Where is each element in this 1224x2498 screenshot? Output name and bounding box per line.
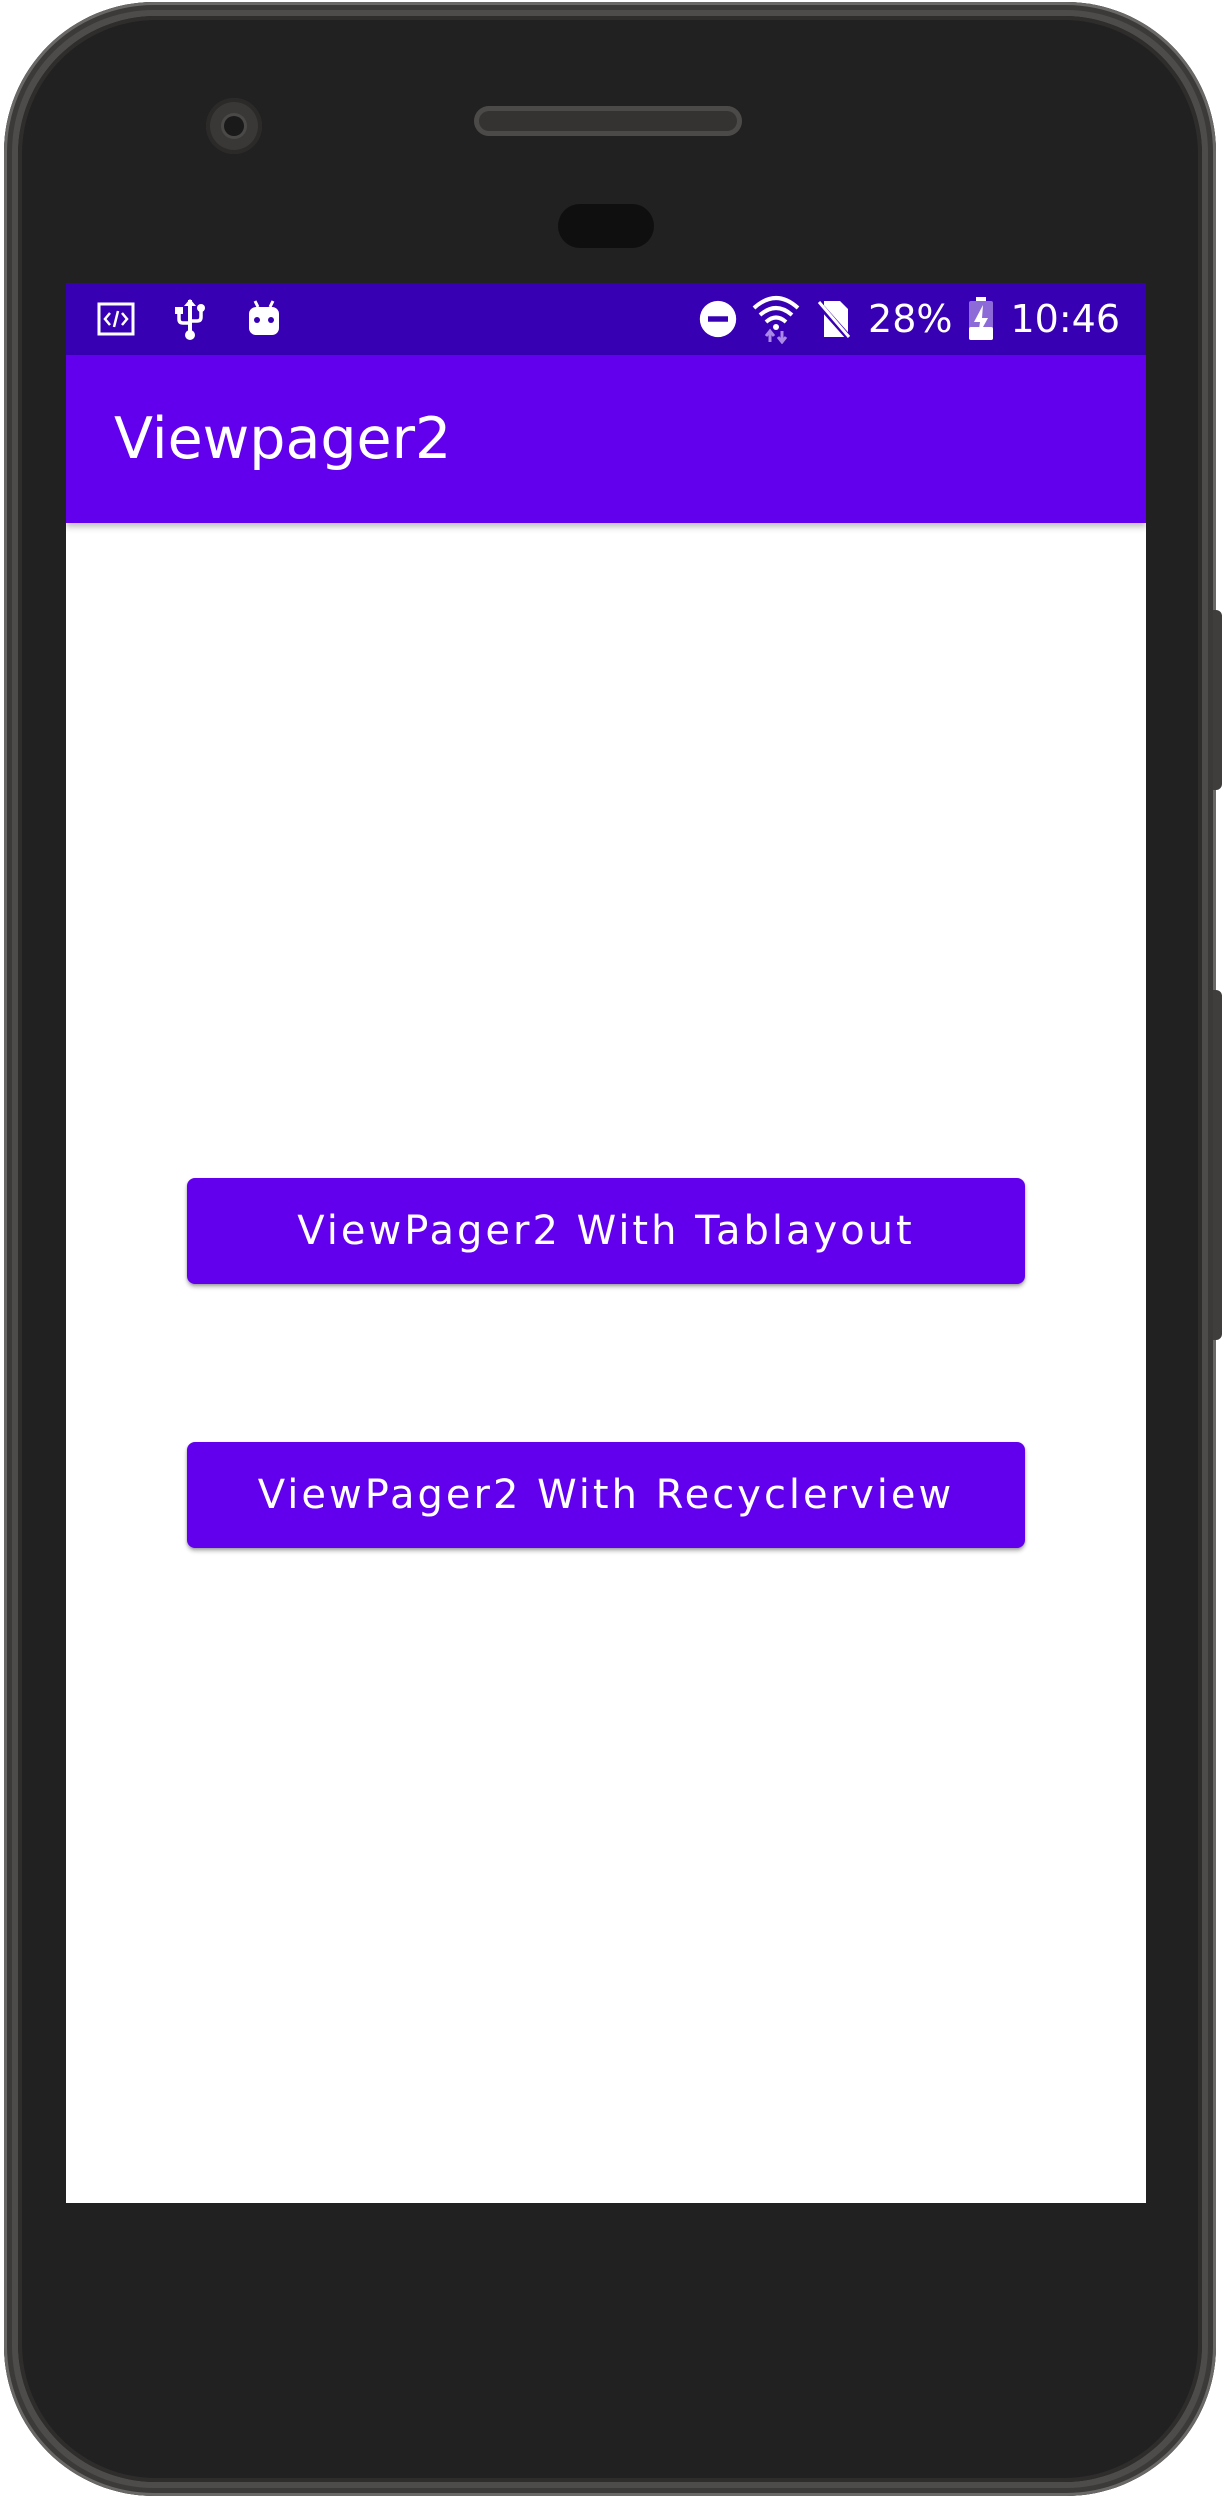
main-content: ViewPager2 With Tablayout ViewPager2 Wit… bbox=[66, 523, 1146, 2203]
battery-charging-icon bbox=[966, 297, 996, 341]
app-bar: Viewpager2 bbox=[66, 355, 1146, 523]
code-icon bbox=[96, 297, 136, 341]
earpiece-speaker bbox=[474, 106, 742, 136]
wifi-icon bbox=[752, 296, 800, 344]
volume-rocker bbox=[1213, 990, 1222, 1340]
do-not-disturb-icon bbox=[698, 297, 738, 341]
front-camera bbox=[206, 98, 262, 154]
device-screen: 28% 10:46 Viewpager2 ViewPager2 With Tab… bbox=[66, 283, 1146, 2203]
no-sim-icon bbox=[814, 297, 854, 341]
battery-percent: 28% bbox=[868, 297, 953, 341]
viewpager2-tablayout-button[interactable]: ViewPager2 With Tablayout bbox=[187, 1178, 1025, 1284]
power-button bbox=[1213, 610, 1222, 790]
usb-icon bbox=[170, 297, 210, 341]
status-notifications bbox=[96, 297, 284, 341]
viewpager2-recyclerview-button[interactable]: ViewPager2 With Recyclerview bbox=[187, 1442, 1025, 1548]
clock: 10:46 bbox=[1010, 297, 1120, 341]
app-title: Viewpager2 bbox=[114, 406, 452, 472]
android-icon bbox=[244, 297, 284, 341]
status-bar: 28% 10:46 bbox=[66, 283, 1146, 355]
status-system: 28% 10:46 bbox=[698, 291, 1120, 347]
proximity-sensor bbox=[558, 204, 654, 248]
